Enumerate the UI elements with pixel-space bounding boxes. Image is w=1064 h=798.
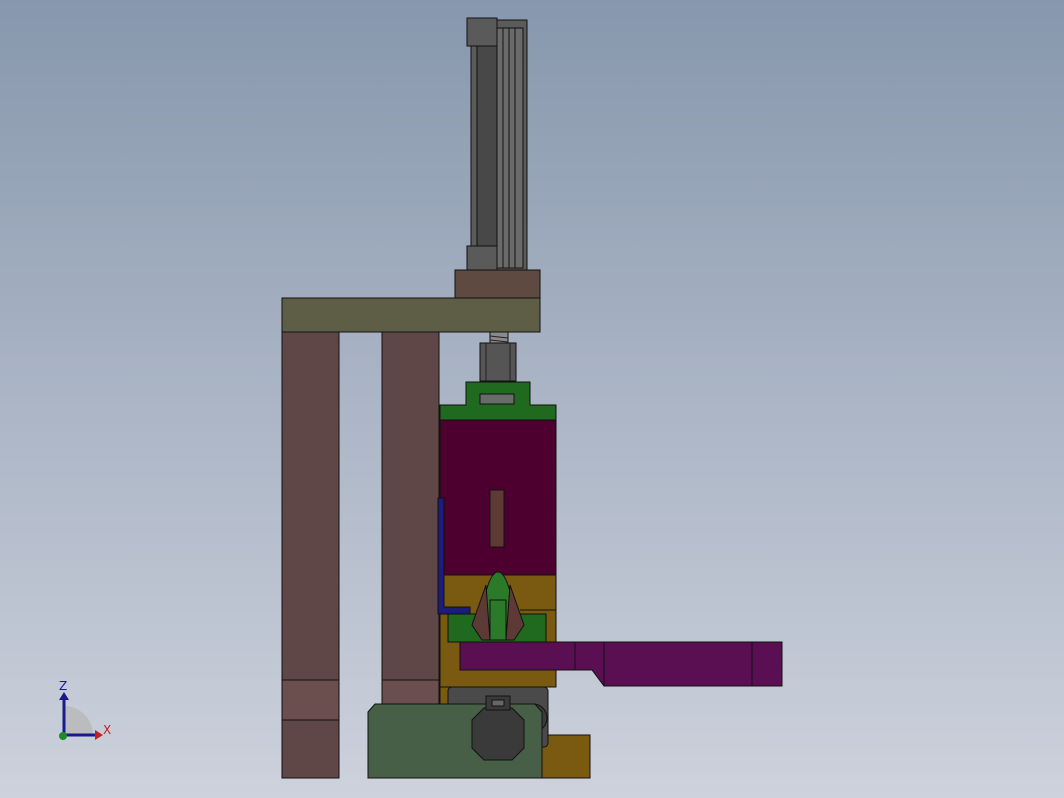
cylinder-mount-block[interactable] [454,269,541,301]
rod-nut[interactable] [479,342,517,382]
green-cap[interactable] [439,381,557,421]
x-axis-label: X [103,723,111,737]
upper-block[interactable] [439,419,557,576]
left-pillar[interactable] [281,331,340,779]
top-plate[interactable] [281,297,541,333]
z-axis-label: Z [59,679,67,693]
triad-arc [64,706,93,735]
orientation-triad: Z X [59,679,111,740]
cad-viewport[interactable]: Z X [0,0,1064,798]
y-axis-dot [59,732,67,740]
pneumatic-cylinder[interactable] [466,17,528,271]
